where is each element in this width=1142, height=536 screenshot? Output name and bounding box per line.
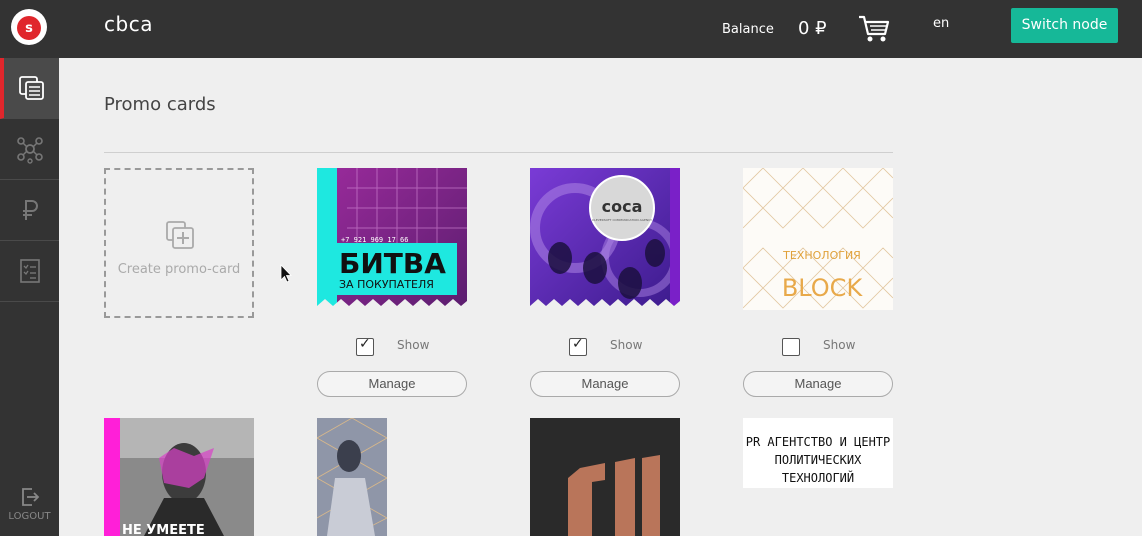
sidebar-item-finance[interactable] (0, 180, 59, 241)
text-card-line-1: PR АГЕНТСТВО И ЦЕНТР (745, 435, 891, 449)
balance-value: 0 ₽ (798, 18, 827, 39)
sidebar-item-promo-cards[interactable] (0, 58, 59, 119)
divider (104, 152, 893, 153)
language-selector[interactable]: en (933, 16, 949, 31)
manage-button[interactable]: Manage (743, 371, 893, 397)
show-label: Show (823, 338, 856, 352)
ruble-icon (22, 200, 38, 220)
logout-label: LOGOUT (8, 511, 51, 522)
card-headline: ТЕХНОЛОГИЯ (782, 249, 861, 262)
show-label: Show (397, 338, 430, 352)
show-toggle[interactable]: Show (782, 337, 902, 357)
check-icon: ✓ (572, 336, 584, 352)
manage-button[interactable]: Manage (530, 371, 680, 397)
card-headline: НЕ УМЕЕТЕ (122, 523, 205, 536)
sidebar-item-network[interactable] (0, 119, 59, 180)
cart-icon[interactable] (858, 14, 890, 44)
card-subline: BLOCK (782, 274, 864, 302)
card-subline: ЗА ПОКУПАТЕЛЯ (339, 278, 434, 291)
switch-node-button[interactable]: Switch node (1011, 8, 1118, 43)
network-icon (16, 137, 43, 164)
show-checkbox[interactable] (782, 338, 800, 356)
create-promo-card-button[interactable]: Create promo-card (104, 168, 254, 318)
logout-icon (21, 488, 39, 506)
promo-card-image[interactable] (317, 418, 387, 536)
show-checkbox[interactable]: ✓ (569, 336, 587, 356)
app-title: cbca (104, 12, 153, 36)
sidebar: LOGOUT (0, 58, 59, 536)
promo-card-image[interactable]: НЕ УМЕЕТЕ (104, 418, 254, 536)
top-bar: s cbca Balance 0 ₽ en Switch node (0, 0, 1142, 58)
card-phone: +7 921 969 17 66 (341, 236, 408, 244)
promo-card-image[interactable]: coca CLEVERSOFT COMMUNICATION AGENCY (530, 168, 680, 313)
manage-button[interactable]: Manage (317, 371, 467, 397)
promo-card-image[interactable] (530, 418, 680, 536)
show-toggle[interactable]: ✓ Show (569, 336, 689, 357)
show-toggle[interactable]: ✓ Show (356, 336, 476, 357)
mouse-cursor-icon (280, 264, 292, 283)
add-card-icon (166, 221, 194, 249)
sidebar-item-tasks[interactable] (0, 241, 59, 302)
text-card-line-2: ПОЛИТИЧЕСКИХ ТЕХНОЛОГИЙ (774, 453, 862, 485)
promo-card-image[interactable]: +7 921 969 17 66 БИТВА ЗА ПОКУПАТЕЛЯ (317, 168, 467, 313)
promo-card-text[interactable]: PR АГЕНТСТВО И ЦЕНТР ПОЛИТИЧЕСКИХ ТЕХНОЛ… (743, 418, 893, 488)
promo-card-image[interactable]: ТЕХНОЛОГИЯ BLOCK (743, 168, 893, 313)
app-logo[interactable]: s (11, 9, 47, 45)
card-subline: CLEVERSOFT COMMUNICATION AGENCY (592, 218, 652, 222)
card-headline: coca (602, 197, 643, 216)
show-label: Show (610, 338, 643, 352)
checklist-icon (19, 259, 40, 283)
logout-button[interactable]: LOGOUT (0, 486, 59, 536)
check-icon: ✓ (359, 336, 371, 352)
balance-label: Balance (722, 22, 774, 37)
cards-icon (18, 76, 44, 100)
create-promo-card-label: Create promo-card (117, 262, 241, 277)
card-headline: БИТВА (339, 247, 446, 280)
logo-letter: s (17, 16, 41, 40)
show-checkbox[interactable]: ✓ (356, 336, 374, 356)
page-title: Promo cards (104, 94, 216, 115)
